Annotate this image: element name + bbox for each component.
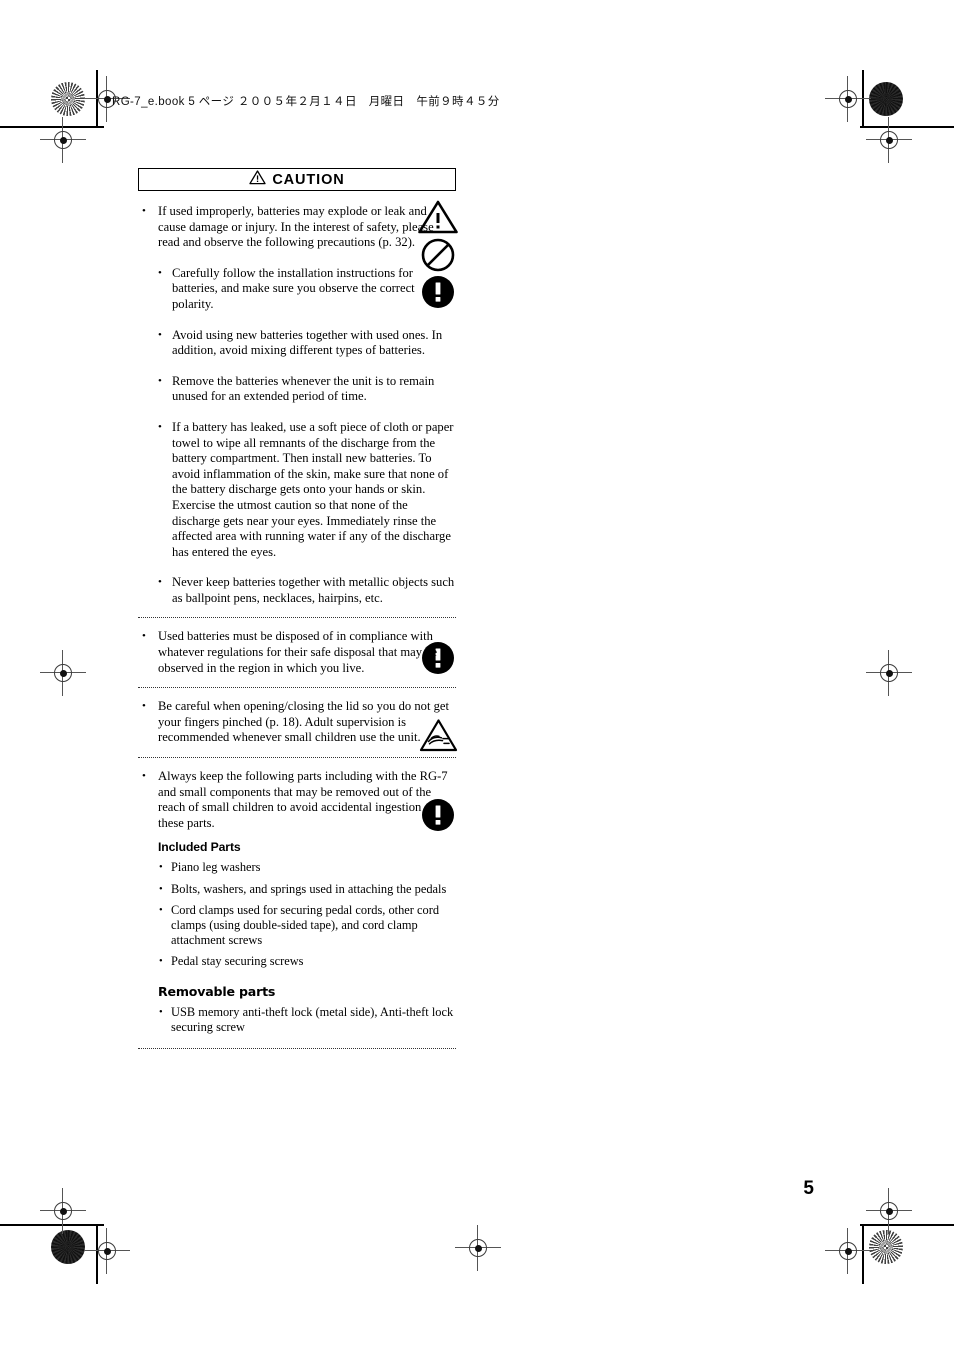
included-parts-heading: Included Parts xyxy=(158,840,241,855)
registration-mark-bottom-right-inner xyxy=(825,1228,871,1274)
caution-header-box: CAUTION xyxy=(138,168,456,191)
registration-mark-top-left-outer xyxy=(40,117,86,163)
trim-rule-vert-left xyxy=(96,70,98,126)
page-number: 5 xyxy=(803,1178,814,1199)
list-item: USB memory anti-theft lock (metal side),… xyxy=(158,1005,456,1035)
section-batteries: If used improperly, batteries may explod… xyxy=(138,204,456,606)
registration-mark-bottom-left-inner xyxy=(84,1228,130,1274)
removable-parts-list: USB memory anti-theft lock (metal side),… xyxy=(138,1005,456,1035)
print-header-slug: RG-7_e.book 5 ページ ２００５年２月１４日 月曜日 午前９時４５分 xyxy=(112,96,500,108)
section-divider xyxy=(138,757,456,759)
list-item: Always keep the following parts includin… xyxy=(138,769,456,831)
registration-mark-top-right-inner xyxy=(825,76,871,122)
bullet-list-level1: Used batteries must be disposed of in co… xyxy=(138,629,456,676)
included-parts-list: Piano leg washers Bolts, washers, and sp… xyxy=(138,860,456,969)
registration-mark-bottom-left-outer xyxy=(40,1188,86,1234)
list-item: Cord clamps used for securing pedal cord… xyxy=(158,903,456,949)
registration-mark-bottom-center xyxy=(455,1225,501,1271)
density-patch-bottom-right xyxy=(869,1230,903,1264)
list-item: If a battery has leaked, use a soft piec… xyxy=(158,420,456,560)
trim-rule-vert-right xyxy=(862,70,864,126)
trim-rule-bottom-left xyxy=(0,1224,104,1226)
list-item: Pedal stay securing screws xyxy=(158,954,456,969)
bullet-list-level1: If used improperly, batteries may explod… xyxy=(138,204,456,251)
bullet-list-level1: Always keep the following parts includin… xyxy=(138,769,456,831)
trim-rule-bottom-right xyxy=(860,1224,954,1226)
trim-rule-top-left xyxy=(0,126,104,128)
warning-triangle-icon xyxy=(249,169,266,190)
registration-mark-top-right-outer xyxy=(866,117,912,163)
section-small-parts: Always keep the following parts includin… xyxy=(138,769,456,1035)
trim-rule-top-right xyxy=(860,126,954,128)
registration-mark-bottom-right-outer xyxy=(866,1188,912,1234)
list-item: Be careful when opening/closing the lid … xyxy=(138,699,456,746)
caution-label: CAUTION xyxy=(272,171,345,188)
list-item: Bolts, washers, and springs used in atta… xyxy=(158,882,456,897)
section-divider xyxy=(138,617,456,619)
list-item: Remove the batteries whenever the unit i… xyxy=(158,374,456,405)
section-divider xyxy=(138,1048,456,1050)
removable-parts-heading: Removable parts xyxy=(158,983,276,999)
list-item: If used improperly, batteries may explod… xyxy=(138,204,456,251)
list-item: Piano leg washers xyxy=(158,860,456,875)
registration-mark-middle-right xyxy=(866,650,912,696)
list-item: Carefully follow the installation instru… xyxy=(158,266,456,313)
bullet-list-level2: Carefully follow the installation instru… xyxy=(138,266,456,607)
list-item: Avoid using new batteries together with … xyxy=(158,328,456,359)
list-item: Never keep batteries together with metal… xyxy=(158,575,456,606)
section-lid-pinch: Be careful when opening/closing the lid … xyxy=(138,699,456,746)
trim-rule-vert-left-bottom xyxy=(96,1224,98,1284)
list-item: Used batteries must be disposed of in co… xyxy=(138,629,456,676)
bullet-list-level1: Be careful when opening/closing the lid … xyxy=(138,699,456,746)
density-patch-bottom-left xyxy=(51,1230,85,1264)
trim-rule-vert-right-bottom xyxy=(862,1224,864,1284)
registration-mark-middle-left xyxy=(40,650,86,696)
density-patch-top-left xyxy=(51,82,85,116)
caution-content-column: CAUTION If used improperly, batteries ma… xyxy=(138,168,456,1060)
section-battery-disposal: Used batteries must be disposed of in co… xyxy=(138,629,456,676)
density-patch-top-right xyxy=(869,82,903,116)
section-divider xyxy=(138,687,456,689)
